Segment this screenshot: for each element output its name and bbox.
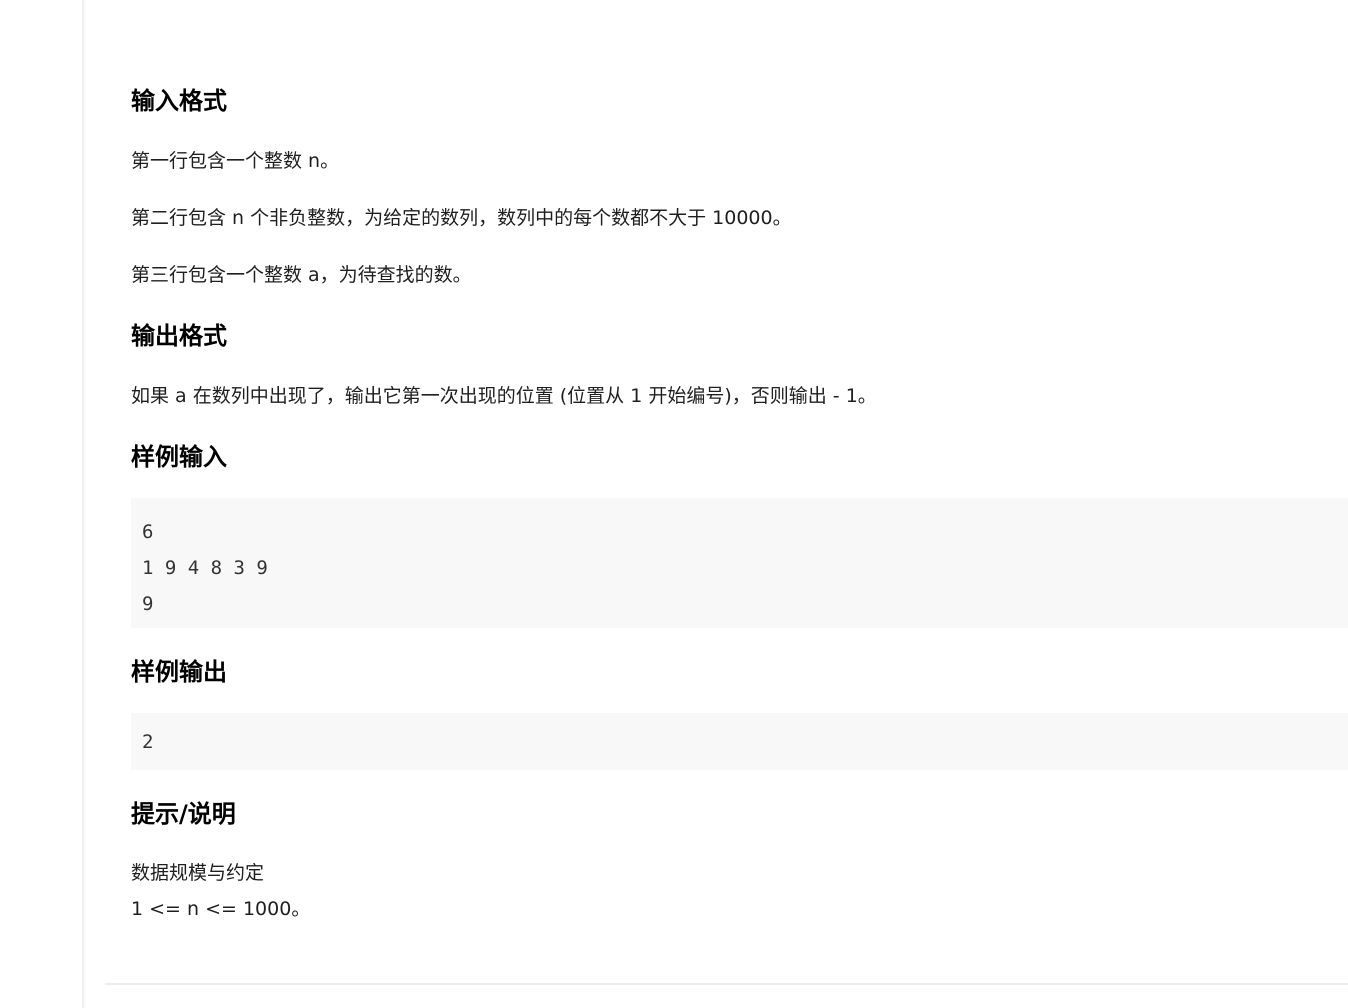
left-sidebar-gutter: [0, 0, 84, 1008]
section-divider: [105, 983, 1348, 985]
input-format-heading: 输入格式: [131, 87, 227, 115]
sample-input-line: 1 9 4 8 3 9: [142, 557, 268, 579]
sample-output-line: 2: [142, 731, 154, 753]
input-format-line-2: 第二行包含 n 个非负整数，为给定的数列，数列中的每个数都不大于 10000。: [131, 207, 792, 229]
input-format-line-3: 第三行包含一个整数 a，为待查找的数。: [131, 264, 472, 286]
sample-output-heading: 样例输出: [131, 658, 227, 686]
hint-line-2: 1 <= n <= 1000。: [131, 898, 311, 920]
sample-input-heading: 样例输入: [131, 443, 227, 471]
hint-heading: 提示/说明: [131, 800, 236, 828]
sample-output-code-block[interactable]: 2: [131, 713, 1348, 770]
output-format-heading: 输出格式: [131, 322, 227, 350]
sample-input-line: 9: [142, 593, 154, 615]
output-format-line-1: 如果 a 在数列中出现了，输出它第一次出现的位置 (位置从 1 开始编号)，否则…: [131, 385, 877, 407]
sample-input-line: 6: [142, 521, 154, 543]
input-format-line-1: 第一行包含一个整数 n。: [131, 150, 340, 172]
sample-input-code-block[interactable]: 6 1 9 4 8 3 9 9: [131, 498, 1348, 628]
hint-line-1: 数据规模与约定: [131, 862, 265, 884]
problem-content: 输入格式 第一行包含一个整数 n。 第二行包含 n 个非负整数，为给定的数列，数…: [131, 0, 1348, 1008]
